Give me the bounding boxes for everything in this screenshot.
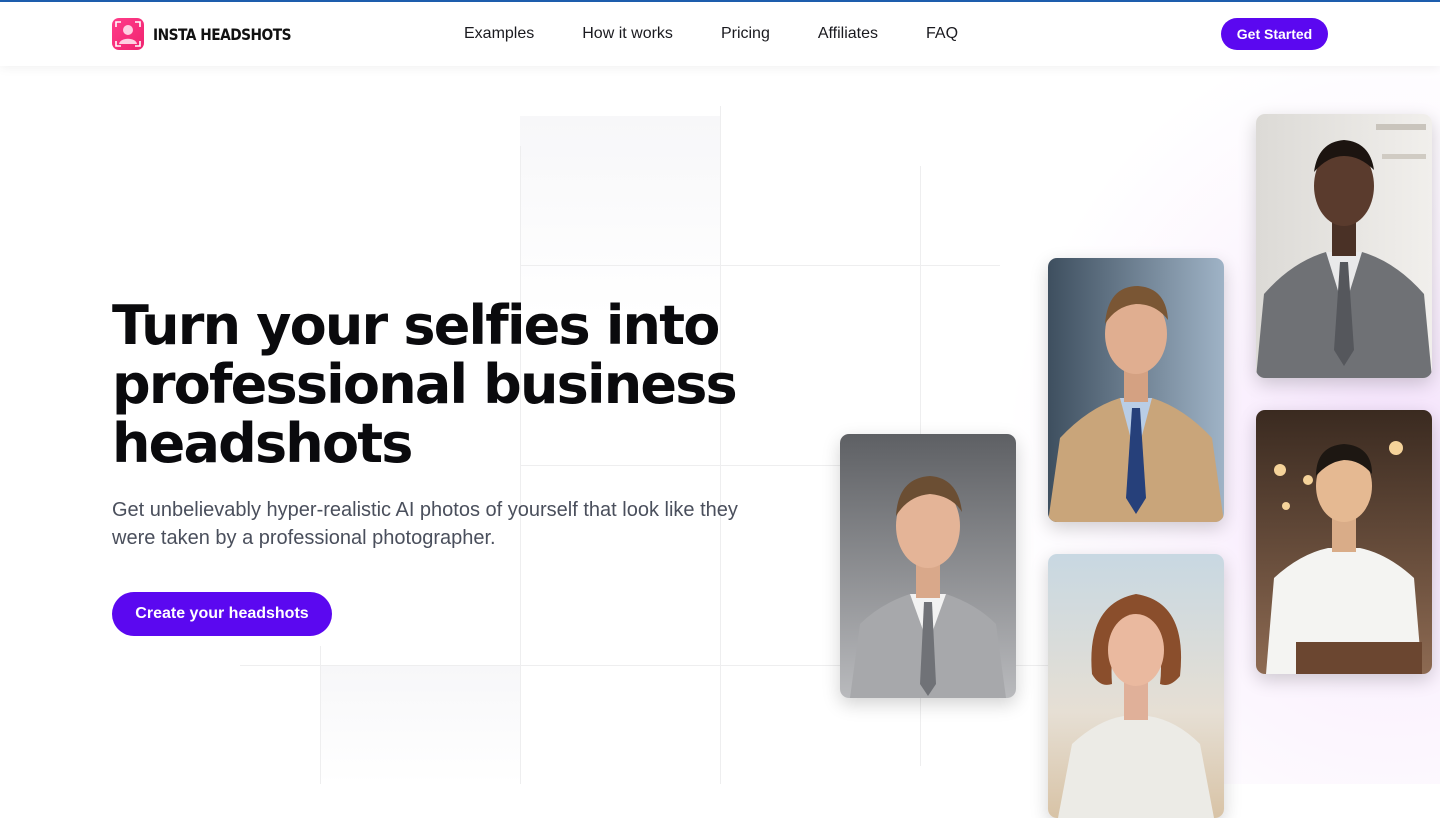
- grid-line: [520, 265, 1000, 266]
- nav-link-affiliates[interactable]: Affiliates: [818, 25, 878, 43]
- get-started-button[interactable]: Get Started: [1221, 18, 1328, 50]
- person-portrait-icon: [112, 18, 144, 50]
- grid-line: [320, 646, 321, 784]
- headshot-man-grey-suit: [840, 434, 1016, 698]
- nav-link-how-it-works[interactable]: How it works: [582, 25, 673, 43]
- main-nav: Examples How it works Pricing Affiliates…: [464, 2, 1006, 66]
- headshot-man-cafe: [1256, 410, 1432, 674]
- headshot-woman-beach: [1048, 554, 1224, 818]
- brand-name: INSTA HEADSHOTS: [153, 24, 291, 44]
- hero-subtitle: Get unbelievably hyper-realistic AI phot…: [112, 499, 738, 549]
- site-header: INSTA HEADSHOTS Examples How it works Pr…: [0, 2, 1440, 66]
- background-tile: [320, 666, 520, 784]
- create-headshots-button[interactable]: Create your headshots: [112, 592, 332, 636]
- background-tile: [520, 116, 720, 316]
- nav-link-examples[interactable]: Examples: [464, 25, 534, 43]
- headshot-man-office: [1256, 114, 1432, 378]
- hero-title: Turn your selfies into professional busi…: [112, 294, 738, 475]
- nav-link-faq[interactable]: FAQ: [926, 25, 958, 43]
- nav-link-pricing[interactable]: Pricing: [721, 25, 770, 43]
- headshot-man-tan-blazer: [1048, 258, 1224, 522]
- brand-logo[interactable]: INSTA HEADSHOTS: [112, 18, 313, 50]
